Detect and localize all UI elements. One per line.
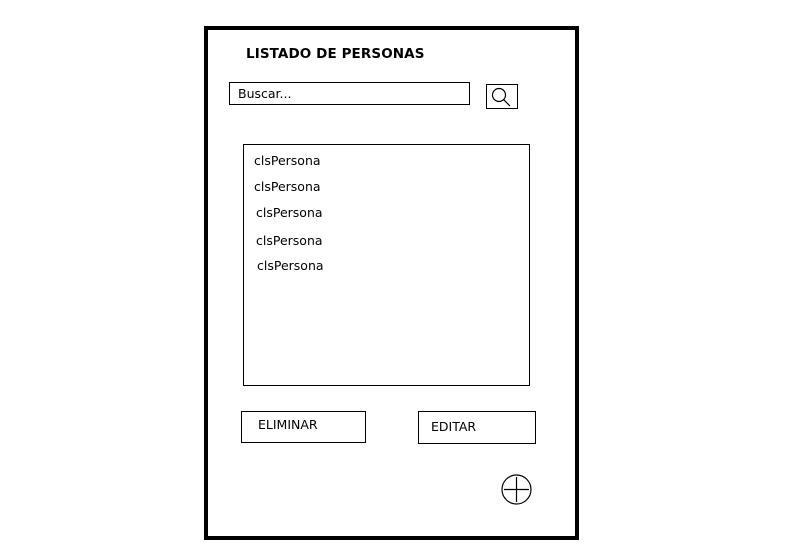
plus-circle-icon [501, 474, 532, 505]
search-input[interactable] [229, 82, 470, 105]
list-item[interactable]: clsPersona [254, 153, 321, 168]
magnifier-icon [491, 87, 511, 107]
delete-button[interactable]: ELIMINAR [241, 411, 366, 443]
list-item[interactable]: clsPersona [254, 179, 321, 194]
list-item[interactable]: clsPersona [256, 205, 323, 220]
page-title: LISTADO DE PERSONAS [246, 46, 425, 62]
add-button[interactable] [500, 473, 533, 506]
list-item[interactable]: clsPersona [256, 233, 323, 248]
edit-button[interactable]: EDITAR [418, 411, 536, 444]
search-button[interactable] [486, 84, 518, 109]
app-frame: LISTADO DE PERSONAS clsPersona clsPerson… [204, 26, 579, 540]
persona-list[interactable]: clsPersona clsPersona clsPersona clsPers… [243, 144, 530, 386]
list-item[interactable]: clsPersona [257, 258, 324, 273]
